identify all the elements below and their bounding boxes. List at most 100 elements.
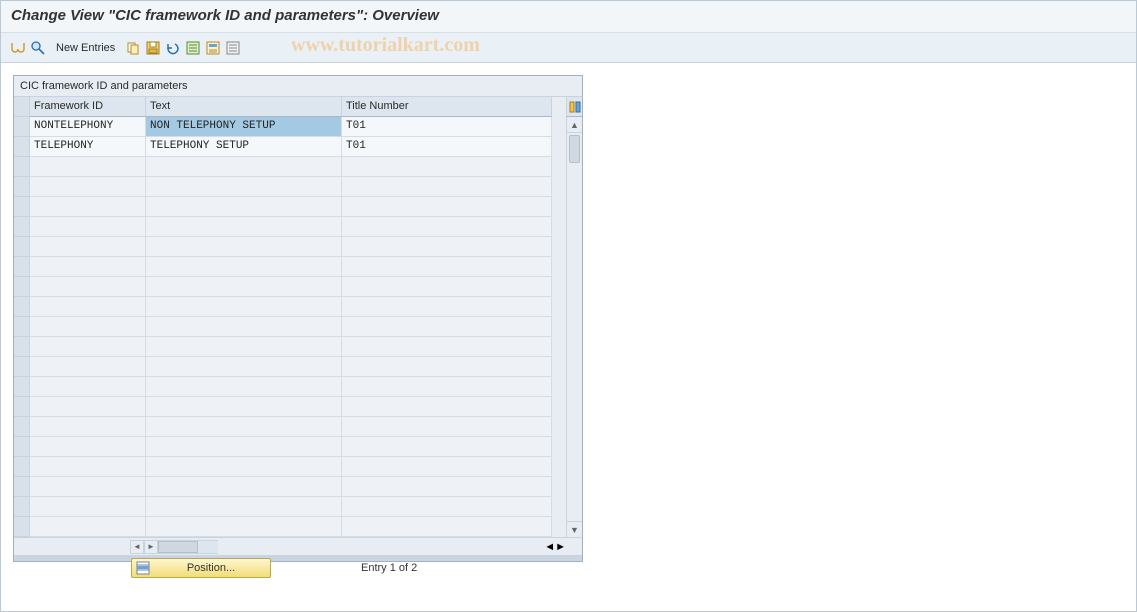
table-row [30,517,566,537]
row-selector[interactable] [14,337,30,357]
scroll-up-icon[interactable]: ▲ [567,117,582,133]
cell-title-number [342,237,552,257]
row-selector[interactable] [14,397,30,417]
app-toolbar: New Entries [1,33,1136,63]
row-selector[interactable] [14,497,30,517]
horizontal-scrollbar-right[interactable]: ◄ ► [544,541,566,553]
table-config-column: ▲ ▼ [566,97,582,537]
position-label: Position... [156,562,266,574]
cell-framework-id [30,497,146,517]
row-selector[interactable] [14,357,30,377]
cell-title-number [342,357,552,377]
cell-text [146,317,342,337]
table-row [30,177,566,197]
col-title-number[interactable]: Title Number [342,97,552,117]
select-block-icon[interactable] [204,39,222,57]
table-row [30,377,566,397]
row-selector[interactable] [14,217,30,237]
cell-text [146,337,342,357]
table-row[interactable]: NONTELEPHONYNON TELEPHONY SETUPT01 [30,117,566,137]
col-text[interactable]: Text [146,97,342,117]
cell-framework-id [30,457,146,477]
row-selector[interactable] [14,277,30,297]
hscroll-left2-icon[interactable]: ◄ [544,541,555,553]
configure-table-icon[interactable] [566,97,582,117]
new-entries-button[interactable]: New Entries [49,39,122,57]
cell-text [146,237,342,257]
row-selector[interactable] [14,517,30,537]
cell-framework-id[interactable]: NONTELEPHONY [30,117,146,137]
row-selector[interactable] [14,477,30,497]
col-framework-id[interactable]: Framework ID [30,97,146,117]
cell-text [146,177,342,197]
row-selector[interactable] [14,137,30,157]
row-selector[interactable] [14,437,30,457]
horizontal-scrollbar-left[interactable]: ◄ ► [130,540,218,554]
scroll-thumb[interactable] [569,135,580,163]
row-selector[interactable] [14,117,30,137]
position-button[interactable]: Position... [131,558,271,578]
cell-title-number[interactable]: T01 [342,137,552,157]
cell-title-number [342,217,552,237]
cell-title-number [342,177,552,197]
row-selector[interactable] [14,417,30,437]
scroll-down-icon[interactable]: ▼ [567,521,582,537]
table-row [30,397,566,417]
find-icon[interactable] [29,39,47,57]
cell-title-number [342,397,552,417]
cell-text [146,417,342,437]
cell-title-number [342,297,552,317]
row-selector[interactable] [14,377,30,397]
cell-framework-id[interactable]: TELEPHONY [30,137,146,157]
cell-text[interactable]: NON TELEPHONY SETUP [146,117,342,137]
cell-framework-id [30,157,146,177]
footer-row: Position... Entry 1 of 2 [1,557,1136,579]
row-selector[interactable] [14,317,30,337]
cell-framework-id [30,417,146,437]
row-selector[interactable] [14,177,30,197]
entry-count-text: Entry 1 of 2 [361,562,417,574]
row-selector[interactable] [14,237,30,257]
row-selector[interactable] [14,457,30,477]
cell-text [146,217,342,237]
table-row [30,217,566,237]
cell-title-number [342,417,552,437]
table-row [30,337,566,357]
undo-change-icon[interactable] [164,39,182,57]
table-row [30,157,566,177]
row-selector[interactable] [14,297,30,317]
deselect-all-icon[interactable] [224,39,242,57]
hscroll-left-icon[interactable]: ◄ [130,540,144,554]
row-selector[interactable] [14,257,30,277]
table-row[interactable]: TELEPHONYTELEPHONY SETUPT01 [30,137,566,157]
cell-title-number[interactable]: T01 [342,117,552,137]
cell-text [146,477,342,497]
cell-framework-id [30,517,146,537]
cell-framework-id [30,357,146,377]
hscroll-right-icon[interactable]: ► [144,540,158,554]
table-row [30,417,566,437]
table-row [30,437,566,457]
table-header-row: Framework ID Text Title Number [30,97,566,117]
cell-text[interactable]: TELEPHONY SETUP [146,137,342,157]
content-area: CIC framework ID and parameters Framewor… [1,63,1136,562]
cell-framework-id [30,297,146,317]
cell-title-number [342,437,552,457]
save-icon[interactable] [144,39,162,57]
table-container: CIC framework ID and parameters Framewor… [13,75,583,562]
copy-as-icon[interactable] [124,39,142,57]
vertical-scrollbar[interactable]: ▲ ▼ [566,117,582,537]
cell-framework-id [30,177,146,197]
select-all-icon[interactable] [184,39,202,57]
hscroll-track[interactable] [158,540,218,554]
cell-framework-id [30,377,146,397]
position-icon [136,561,150,575]
hscroll-right2-icon[interactable]: ► [555,541,566,553]
cell-framework-id [30,237,146,257]
row-selector[interactable] [14,197,30,217]
row-selector[interactable] [14,157,30,177]
glasses-other-view-icon[interactable] [9,39,27,57]
cell-framework-id [30,217,146,237]
table-row [30,257,566,277]
table-row [30,497,566,517]
